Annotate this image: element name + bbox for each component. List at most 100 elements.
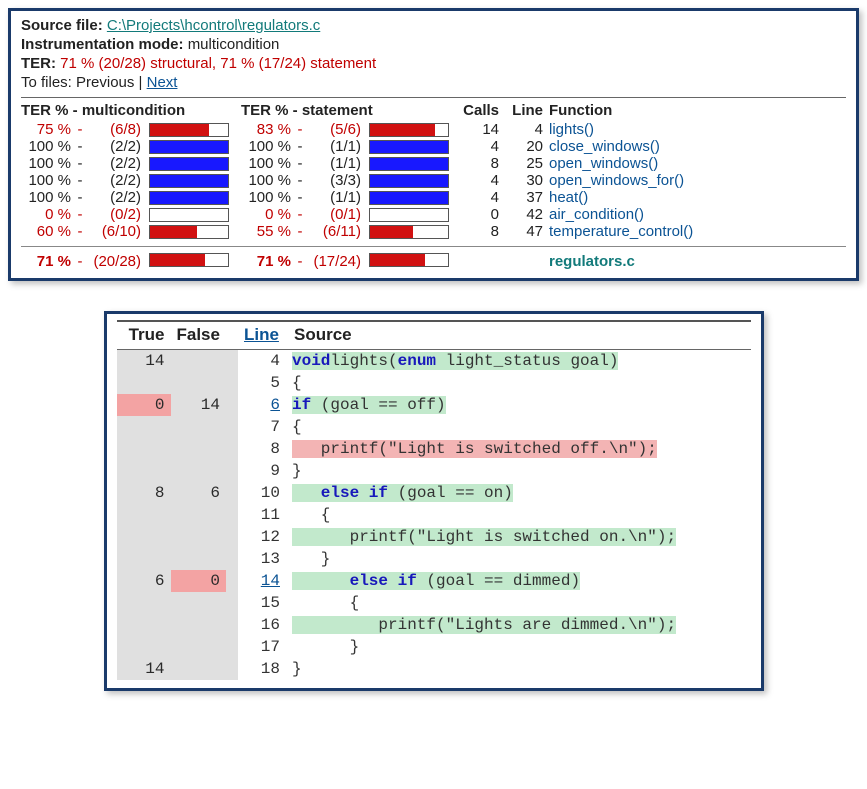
false-count xyxy=(171,636,226,658)
summary-row: 0 %-(0/2)0 %-(0/1)042air_condition() xyxy=(21,206,846,223)
total-mc-bar xyxy=(147,249,241,270)
col-line-link[interactable]: Line xyxy=(244,325,279,344)
source-row: 17 } xyxy=(117,636,751,658)
source-text: } xyxy=(288,658,751,680)
st-cov: (0/1) xyxy=(309,206,367,223)
line-number: 7 xyxy=(238,416,288,438)
function-link[interactable]: temperature_control() xyxy=(549,223,693,240)
source-row: 014 6 if (goal == off) xyxy=(117,394,751,416)
calls: 8 xyxy=(461,155,505,172)
false-count: 6 xyxy=(171,482,226,504)
tofiles-prev: Previous xyxy=(76,74,134,91)
function-link[interactable]: air_condition() xyxy=(549,206,644,223)
source-row: 8 printf("Light is switched off.\n"); xyxy=(117,438,751,460)
calls: 4 xyxy=(461,172,505,189)
function-cell: heat() xyxy=(549,189,846,206)
instrumentation-mode-label: Instrumentation mode: xyxy=(21,36,184,53)
true-count xyxy=(117,636,171,658)
source-text: voidlights(enum light_status goal) xyxy=(288,350,751,373)
line-number: 15 xyxy=(238,592,288,614)
source-text: else if (goal == on) xyxy=(288,482,751,504)
line-link[interactable]: 14 xyxy=(261,572,280,590)
line-number: 14 xyxy=(238,570,288,592)
dash: - xyxy=(297,121,309,138)
source-row: 8610 else if (goal == on) xyxy=(117,482,751,504)
mc-pct: 100 % xyxy=(21,189,77,206)
false-count xyxy=(171,438,226,460)
mc-bar xyxy=(147,189,241,206)
summary-row: 100 %-(2/2)100 %-(1/1)825open_windows() xyxy=(21,155,846,172)
calls: 4 xyxy=(461,189,505,206)
true-count: 6 xyxy=(117,570,171,592)
summary-row: 100 %-(2/2)100 %-(1/1)420close_windows() xyxy=(21,138,846,155)
source-text: if (goal == off) xyxy=(288,394,751,416)
summary-row: 100 %-(2/2)100 %-(3/3)430open_windows_fo… xyxy=(21,172,846,189)
false-count xyxy=(171,416,226,438)
total-st-pct: 71 % xyxy=(241,249,297,270)
line-number: 5 xyxy=(238,372,288,394)
line: 37 xyxy=(505,189,549,206)
st-cov: (6/11) xyxy=(309,223,367,240)
line-number: 16 xyxy=(238,614,288,636)
line-link[interactable]: 6 xyxy=(270,396,280,414)
total-mc-pct: 71 % xyxy=(21,249,77,270)
false-count xyxy=(171,504,226,526)
dash: - xyxy=(297,172,309,189)
source-file-link[interactable]: C:\Projects\hcontrol\regulators.c xyxy=(107,17,320,34)
total-st-bar xyxy=(367,249,461,270)
mc-bar xyxy=(147,155,241,172)
st-bar xyxy=(367,121,461,138)
false-count: 14 xyxy=(171,394,226,416)
function-cell: open_windows_for() xyxy=(549,172,846,189)
source-row: 1418} xyxy=(117,658,751,680)
true-count xyxy=(117,504,171,526)
line-number: 12 xyxy=(238,526,288,548)
true-count xyxy=(117,614,171,636)
st-bar xyxy=(367,138,461,155)
function-link[interactable]: close_windows() xyxy=(549,138,660,155)
source-row: 9} xyxy=(117,460,751,482)
true-count xyxy=(117,592,171,614)
true-count xyxy=(117,548,171,570)
st-bar xyxy=(367,223,461,240)
source-text: { xyxy=(288,592,751,614)
calls: 0 xyxy=(461,206,505,223)
false-count xyxy=(171,460,226,482)
function-link[interactable]: heat() xyxy=(549,189,588,206)
source-file-line: Source file: C:\Projects\hcontrol\regula… xyxy=(21,17,846,34)
st-cov: (3/3) xyxy=(309,172,367,189)
source-row: 5{ xyxy=(117,372,751,394)
mc-bar xyxy=(147,223,241,240)
mc-pct: 100 % xyxy=(21,155,77,172)
false-count xyxy=(171,658,226,680)
col-source: Source xyxy=(288,321,751,350)
summary-row: 75 %-(6/8)83 %-(5/6)144lights() xyxy=(21,121,846,138)
st-pct: 55 % xyxy=(241,223,297,240)
function-link[interactable]: open_windows() xyxy=(549,155,658,172)
tofiles-next-link[interactable]: Next xyxy=(147,74,178,91)
ter-label: TER: xyxy=(21,55,56,72)
source-row: 11 { xyxy=(117,504,751,526)
false-count: 0 xyxy=(171,570,226,592)
line-number: 10 xyxy=(238,482,288,504)
instrumentation-mode-value: multicondition xyxy=(188,36,280,53)
function-link[interactable]: open_windows_for() xyxy=(549,172,684,189)
source-row: 13 } xyxy=(117,548,751,570)
mc-cov: (2/2) xyxy=(89,172,147,189)
mc-pct: 0 % xyxy=(21,206,77,223)
ter-value: 71 % (20/28) structural, 71 % (17/24) st… xyxy=(60,55,376,72)
source-row: 144voidlights(enum light_status goal) xyxy=(117,350,751,373)
line: 30 xyxy=(505,172,549,189)
dash: - xyxy=(77,223,89,240)
mc-pct: 100 % xyxy=(21,138,77,155)
source-text: } xyxy=(288,548,751,570)
source-row: 6014 else if (goal == dimmed) xyxy=(117,570,751,592)
col-false: False xyxy=(171,321,226,350)
function-link[interactable]: lights() xyxy=(549,121,594,138)
calls: 4 xyxy=(461,138,505,155)
false-count xyxy=(171,592,226,614)
source-file-label: Source file: xyxy=(21,17,103,34)
calls: 8 xyxy=(461,223,505,240)
true-count: 0 xyxy=(117,394,171,416)
mc-cov: (6/10) xyxy=(89,223,147,240)
